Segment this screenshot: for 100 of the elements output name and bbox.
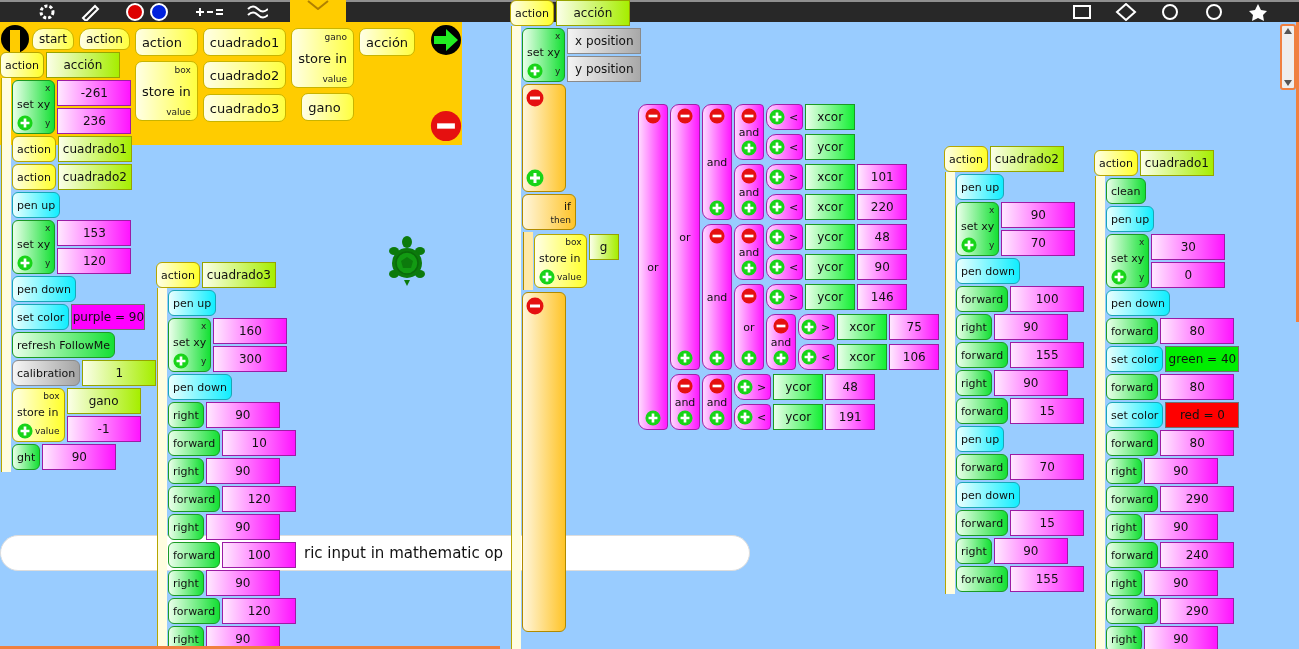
palette-block[interactable]: cuadrado1: [202, 28, 287, 56]
compare-block[interactable]: <: [766, 134, 804, 160]
compare-block[interactable]: >: [766, 164, 804, 190]
value-block[interactable]: 10: [222, 430, 297, 456]
plus-icon[interactable]: [709, 410, 725, 426]
value-block[interactable]: 48: [857, 224, 908, 250]
value-block[interactable]: 100: [1010, 286, 1085, 312]
plus-icon[interactable]: [526, 169, 544, 187]
value-block[interactable]: 90: [993, 314, 1068, 340]
action-block[interactable]: action: [1094, 150, 1138, 176]
plus-icon[interactable]: [961, 237, 977, 253]
value-block[interactable]: 146: [857, 284, 908, 310]
value-block[interactable]: xcor: [805, 194, 856, 220]
command-block[interactable]: clean: [1106, 178, 1146, 204]
plus-icon[interactable]: [769, 199, 785, 215]
circle-icon[interactable]: [1159, 3, 1181, 21]
value-block[interactable]: 90: [1001, 202, 1076, 228]
value-block[interactable]: gano: [66, 388, 141, 414]
store-block[interactable]: box store in value: [134, 61, 198, 121]
palette-tab[interactable]: [290, 0, 346, 22]
value-block[interactable]: xcor: [805, 164, 856, 190]
value-block[interactable]: 90: [1143, 458, 1218, 484]
value-block[interactable]: 75: [889, 314, 940, 340]
logic-block[interactable]: and: [766, 314, 796, 370]
minus-icon[interactable]: [709, 228, 725, 244]
value-block[interactable]: 220: [857, 194, 908, 220]
value-block[interactable]: 90: [205, 402, 280, 428]
command-block[interactable]: pen up: [956, 426, 1005, 452]
minus-icon[interactable]: [741, 228, 757, 244]
command-block[interactable]: right: [1106, 514, 1142, 540]
plus-icon[interactable]: [709, 200, 725, 216]
plus-icon[interactable]: [527, 63, 543, 79]
command-block[interactable]: pen down: [956, 482, 1020, 508]
set-xy-block[interactable]: x set xy y: [1106, 234, 1150, 288]
circle-icon[interactable]: [1203, 3, 1225, 21]
palette-block[interactable]: acción: [359, 28, 416, 56]
hat-block[interactable]: action: [78, 28, 130, 50]
value-block[interactable]: 120: [222, 598, 297, 624]
plus-icon[interactable]: [769, 109, 785, 125]
command-block[interactable]: set color: [12, 304, 70, 330]
compare-block[interactable]: <: [766, 254, 804, 280]
set-xy-block[interactable]: x set xy y: [12, 80, 56, 134]
plus-icon[interactable]: [801, 349, 817, 365]
compare-block[interactable]: <: [798, 344, 836, 370]
action-block[interactable]: action: [510, 0, 554, 26]
value-block[interactable]: red = 0: [1165, 402, 1240, 428]
value-block[interactable]: 101: [857, 164, 908, 190]
value-block[interactable]: 160: [213, 318, 288, 344]
value-block[interactable]: 90: [42, 444, 117, 470]
value-block[interactable]: 236: [57, 108, 132, 134]
command-block[interactable]: pen down: [12, 276, 76, 302]
compare-block[interactable]: >: [766, 224, 804, 250]
command-block[interactable]: ght: [12, 444, 41, 470]
command-block[interactable]: right: [168, 570, 204, 596]
compare-block[interactable]: >: [798, 314, 836, 340]
logic-block[interactable]: and: [670, 374, 700, 430]
logic-block[interactable]: or: [734, 284, 764, 370]
value-block[interactable]: 120: [222, 486, 297, 512]
value-block[interactable]: 155: [1010, 342, 1085, 368]
logic-block[interactable]: or: [670, 104, 700, 370]
command-block[interactable]: action: [12, 164, 56, 190]
set-xy-block[interactable]: x set xy y: [956, 202, 1000, 256]
minus-icon[interactable]: [430, 110, 462, 142]
command-block[interactable]: forward: [956, 398, 1009, 424]
shape-icon[interactable]: [1071, 3, 1093, 21]
value-block[interactable]: 90: [205, 514, 280, 540]
command-block[interactable]: refresh FollowMe: [12, 332, 115, 358]
command-block[interactable]: forward: [1106, 598, 1159, 624]
minus-icon[interactable]: [526, 297, 544, 315]
up-arrow-icon[interactable]: [1284, 28, 1292, 34]
value-block[interactable]: cuadrado1: [57, 136, 132, 162]
wave-icon[interactable]: [246, 3, 268, 21]
minus-icon[interactable]: [709, 378, 725, 394]
plus-icon[interactable]: [17, 255, 33, 271]
plus-icon[interactable]: [645, 410, 661, 426]
down-arrow-icon[interactable]: [1284, 80, 1292, 86]
value-block[interactable]: ycor: [805, 224, 856, 250]
compare-block[interactable]: >: [766, 284, 804, 310]
minus-icon[interactable]: [773, 318, 789, 334]
logic-block[interactable]: and: [734, 224, 764, 280]
command-block[interactable]: forward: [1106, 486, 1159, 512]
value-block[interactable]: xcor: [837, 314, 888, 340]
hide-palette-icon[interactable]: [0, 24, 30, 54]
value-block[interactable]: 30: [1151, 234, 1226, 260]
value-block[interactable]: 290: [1160, 486, 1235, 512]
logic-block[interactable]: and: [702, 224, 732, 370]
command-block[interactable]: pen up: [168, 290, 217, 316]
value-block[interactable]: 80: [1160, 374, 1235, 400]
value-block[interactable]: xcor: [805, 104, 856, 130]
command-block[interactable]: pen up: [12, 192, 61, 218]
command-block[interactable]: forward: [168, 486, 221, 512]
palette-block[interactable]: cuadrado2: [202, 61, 287, 89]
command-block[interactable]: forward: [1106, 430, 1159, 456]
command-block[interactable]: forward: [168, 542, 221, 568]
plus-icon[interactable]: [709, 350, 725, 366]
value-block[interactable]: 1: [82, 360, 157, 386]
value-block[interactable]: 70: [1001, 230, 1076, 256]
plus-icon[interactable]: [741, 260, 757, 276]
minus-icon[interactable]: [741, 288, 757, 304]
command-block[interactable]: right: [956, 538, 992, 564]
